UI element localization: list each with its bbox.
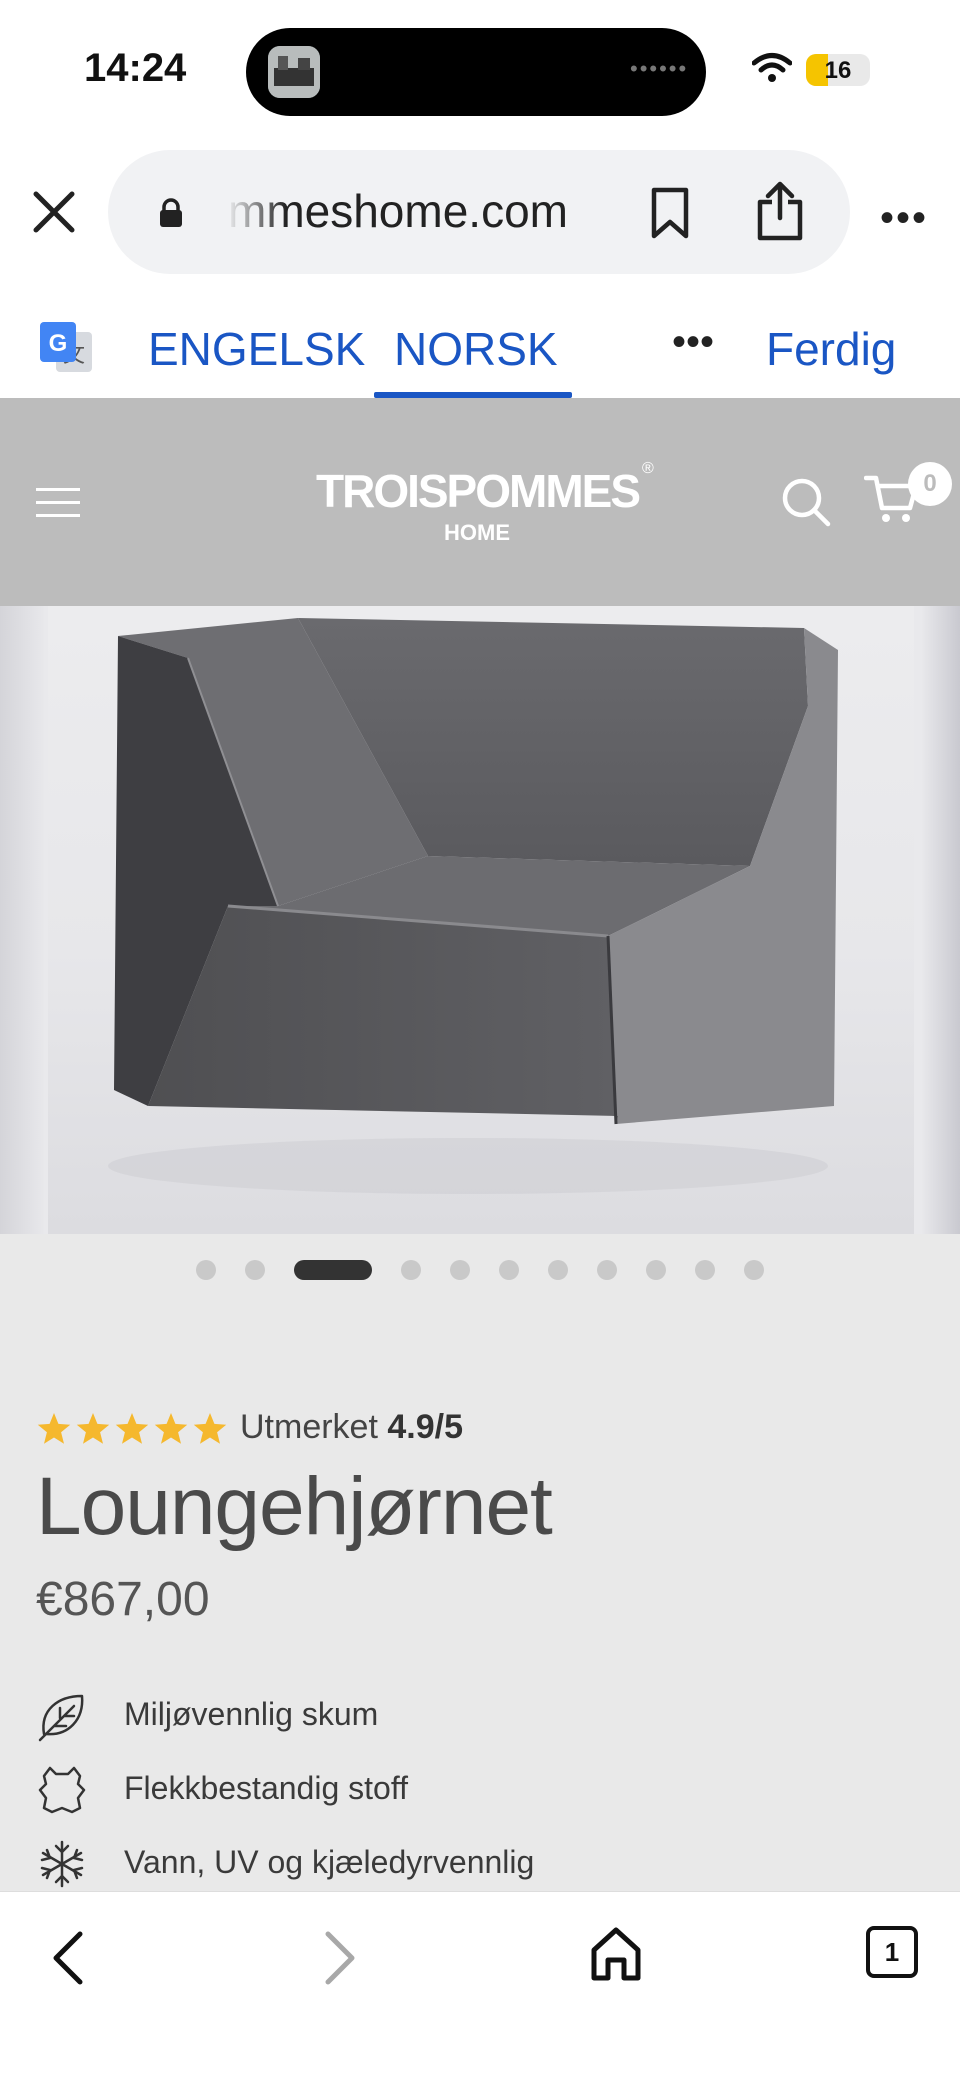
cart-count-badge[interactable]: 0 xyxy=(908,462,952,506)
star-icon xyxy=(115,1413,149,1444)
translate-more-button[interactable]: ••• xyxy=(672,320,714,365)
gallery-pagination xyxy=(0,1234,960,1358)
menu-line xyxy=(36,488,80,491)
status-time: 14:24 xyxy=(84,46,187,90)
star-icon xyxy=(76,1413,110,1444)
menu-line xyxy=(36,501,80,504)
translate-bar: 文 G ENGELSK NORSK ••• Ferdig xyxy=(0,300,960,398)
product-image[interactable] xyxy=(48,606,914,1234)
browser-bottom-toolbar: 1 xyxy=(0,1891,960,2082)
gallery-dot[interactable] xyxy=(597,1260,617,1280)
language-tab-target[interactable]: NORSK xyxy=(394,322,558,376)
feature-label: Miljøvennlig skum xyxy=(124,1696,379,1732)
star-icon xyxy=(154,1413,188,1444)
gallery-dot[interactable] xyxy=(548,1260,568,1280)
share-icon[interactable] xyxy=(754,180,806,247)
gallery-dot[interactable] xyxy=(695,1260,715,1280)
back-arrow-icon[interactable] xyxy=(48,1930,88,1991)
star-icon xyxy=(37,1413,71,1444)
site-header: TROISPOMMES ® HOME 0 xyxy=(0,398,960,606)
leaf-icon xyxy=(36,1690,88,1747)
google-translate-icon[interactable]: 文 G xyxy=(38,320,94,376)
menu-icon[interactable] xyxy=(36,488,80,518)
gallery-dot[interactable] xyxy=(245,1260,265,1280)
translate-done-button[interactable]: Ferdig xyxy=(766,322,896,376)
feature-label: Vann, UV og kjæledyrvennlig xyxy=(124,1844,535,1880)
product-gallery[interactable] xyxy=(0,606,960,1234)
menu-line xyxy=(36,514,80,517)
address-bar[interactable]: mmeshome.com xyxy=(108,150,850,274)
product-info: Utmerket 4.9/5 Loungehjørnet €867,00 Mil… xyxy=(0,1358,960,1891)
previous-slide-peek[interactable] xyxy=(0,606,44,1234)
logo-registered-mark: ® xyxy=(642,460,654,477)
svg-text:G: G xyxy=(49,330,68,357)
product-price: €867,00 xyxy=(36,1573,210,1626)
rating-score: 4.9/5 xyxy=(387,1408,463,1446)
rating-stars xyxy=(36,1412,232,1453)
gallery-dot[interactable] xyxy=(450,1260,470,1280)
bookmark-icon[interactable] xyxy=(648,186,692,245)
wifi-icon xyxy=(751,52,793,89)
leather-icon xyxy=(36,1764,88,1821)
close-icon[interactable] xyxy=(30,188,78,236)
gallery-dot[interactable] xyxy=(744,1260,764,1280)
battery-icon: 16 xyxy=(806,54,870,86)
star-icon xyxy=(193,1413,227,1444)
status-bar: 14:24 •••••• 16 xyxy=(0,0,960,140)
site-logo-subtitle: HOME xyxy=(444,520,510,545)
rating-summary: Utmerket 4.9/5 xyxy=(240,1408,463,1447)
gallery-dot[interactable] xyxy=(401,1260,421,1280)
home-icon[interactable] xyxy=(590,1926,642,1987)
dynamic-island[interactable]: •••••• xyxy=(246,28,706,116)
rating-label: Utmerket xyxy=(240,1408,378,1446)
tabs-button[interactable]: 1 xyxy=(866,1926,918,1978)
language-tab-source[interactable]: ENGELSK xyxy=(148,322,365,376)
product-title: Loungehjørnet xyxy=(36,1461,553,1552)
next-slide-peek[interactable] xyxy=(922,606,960,1234)
search-icon[interactable] xyxy=(780,476,832,533)
gallery-dot[interactable] xyxy=(196,1260,216,1280)
gallery-dot[interactable] xyxy=(646,1260,666,1280)
snowflake-icon xyxy=(36,1838,88,1895)
lock-icon xyxy=(158,198,184,233)
feature-label: Flekkbestandig stoff xyxy=(124,1770,409,1806)
gallery-dot[interactable] xyxy=(499,1260,519,1280)
forward-arrow-icon[interactable] xyxy=(320,1930,360,1991)
now-playing-thumbnail-icon xyxy=(268,46,320,98)
browser-more-button[interactable]: ••• xyxy=(880,196,928,241)
battery-percentage: 16 xyxy=(824,57,852,84)
site-logo[interactable]: TROISPOMMES xyxy=(316,464,641,518)
island-activity-indicator: •••••• xyxy=(630,56,689,81)
gallery-dot-active[interactable] xyxy=(294,1260,372,1280)
url-fade xyxy=(226,180,286,244)
